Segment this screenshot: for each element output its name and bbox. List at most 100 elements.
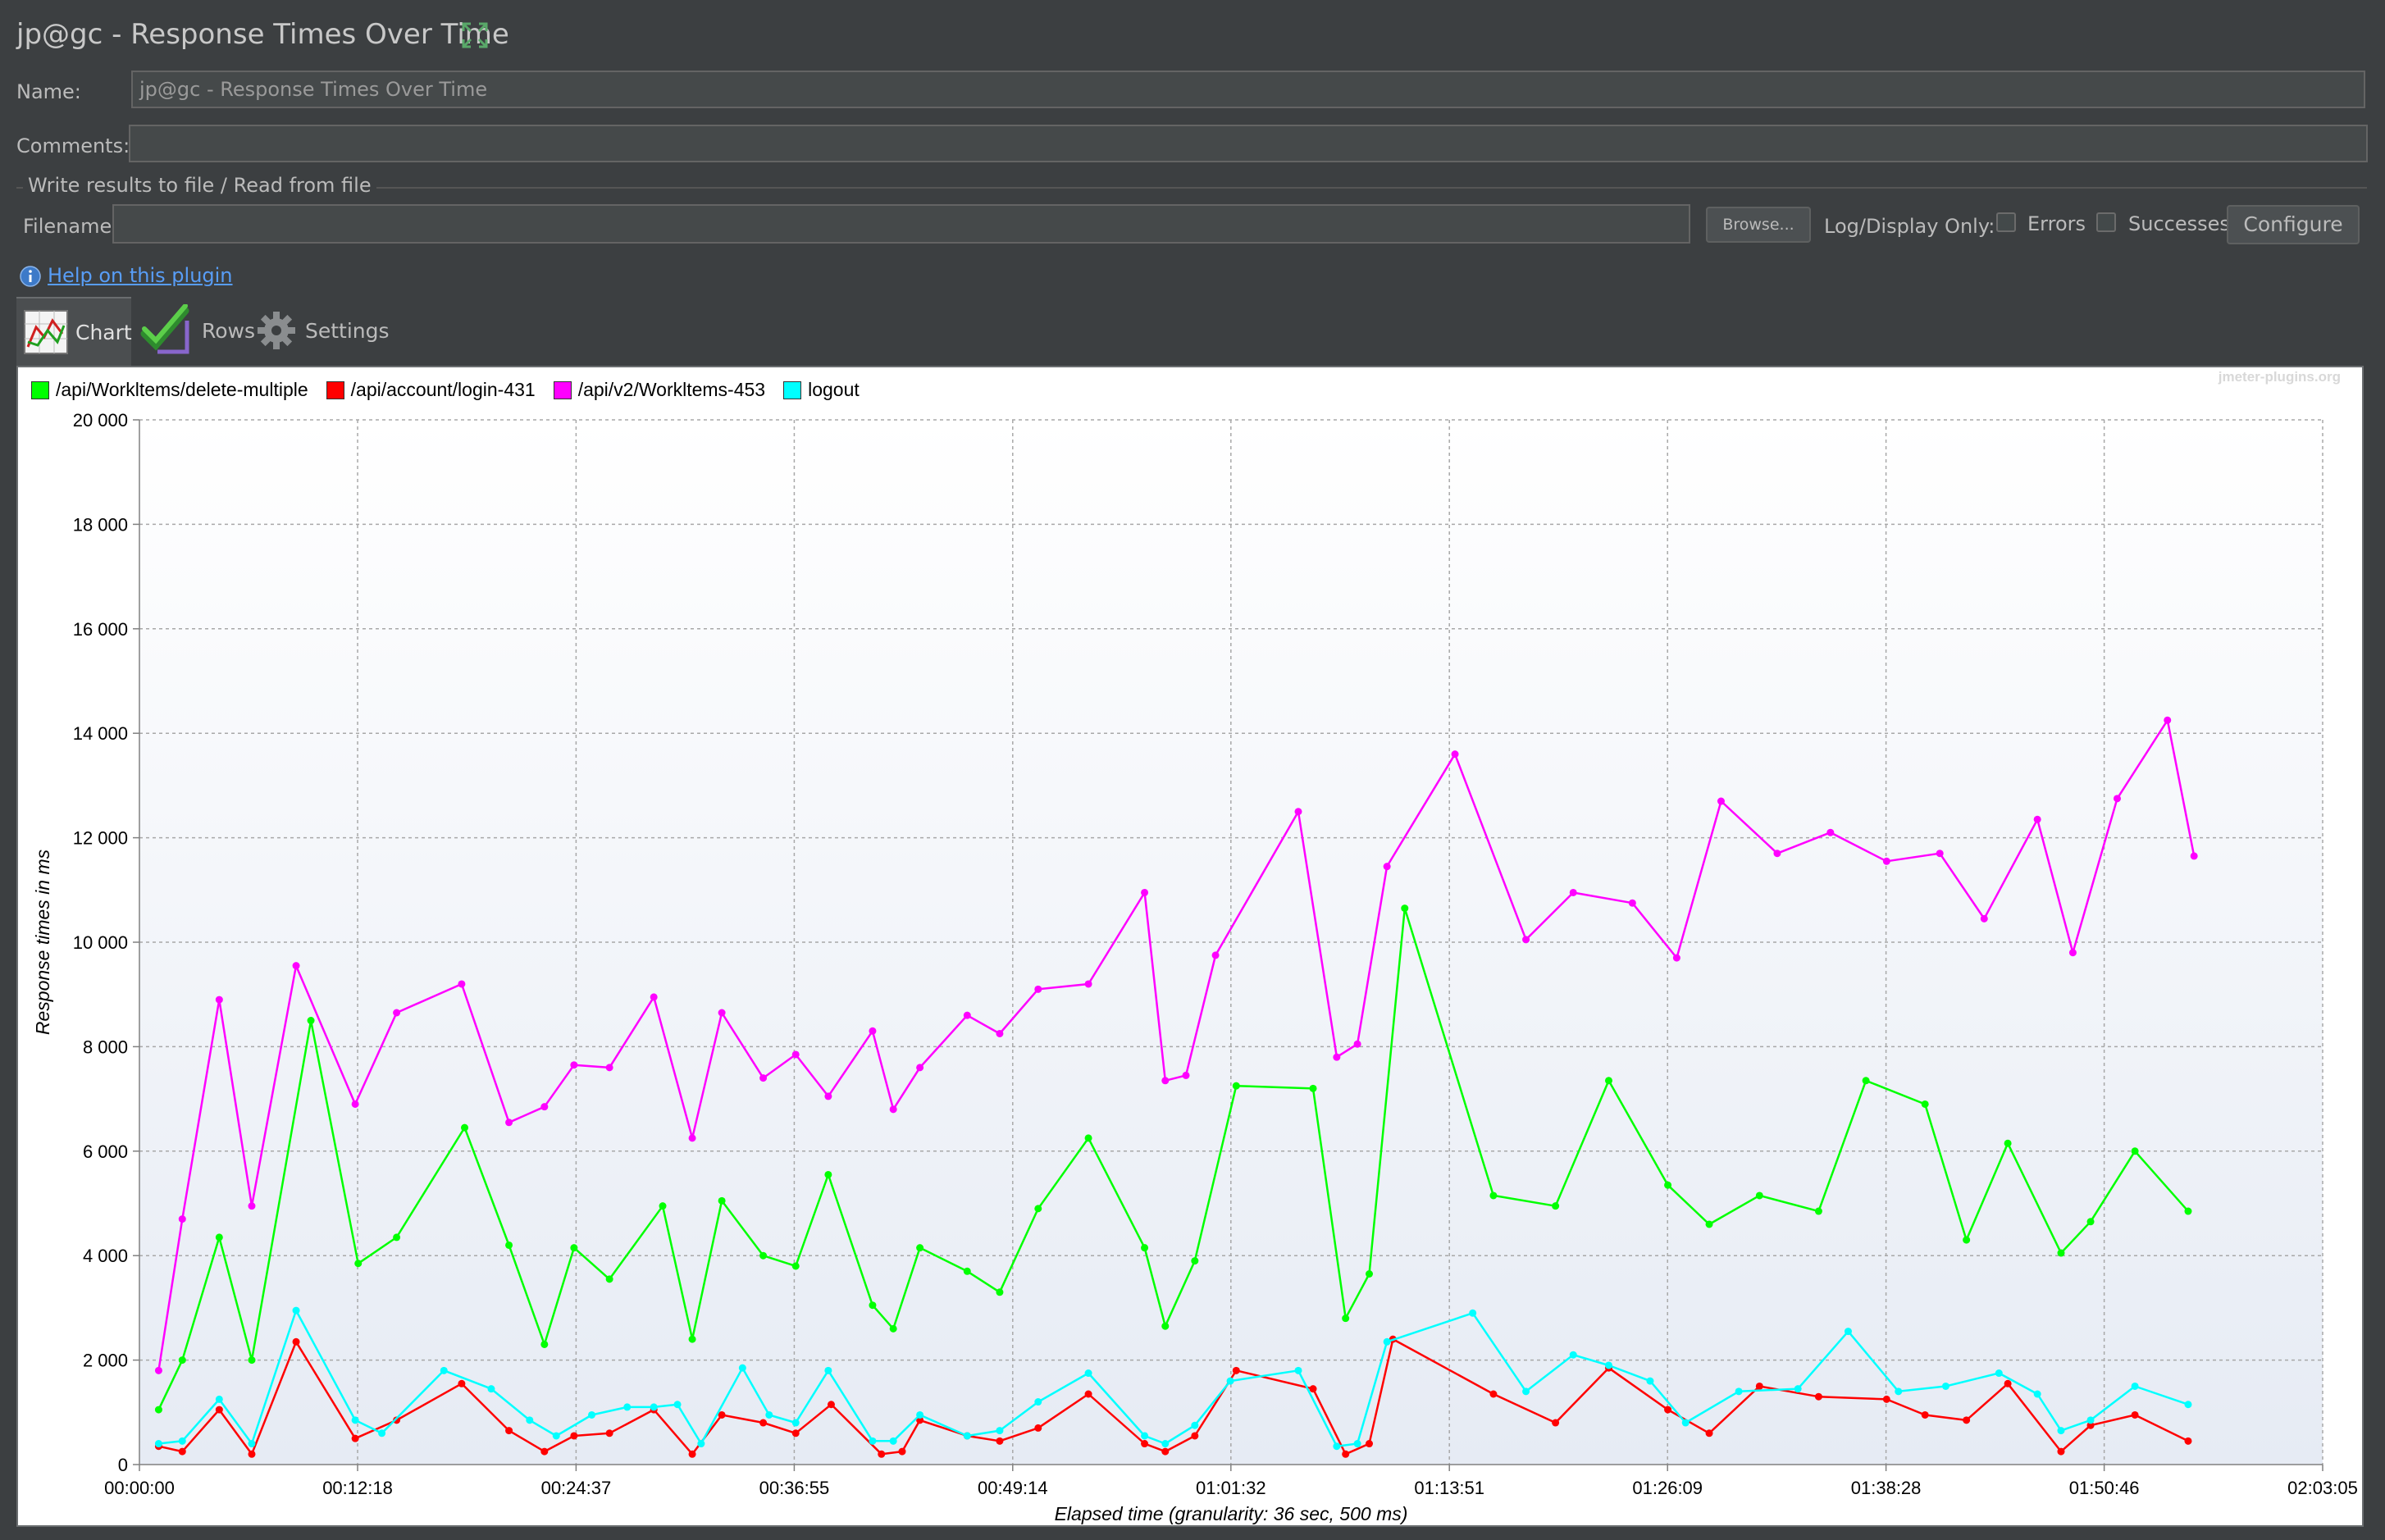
data-point	[292, 962, 300, 970]
data-point	[1489, 1191, 1498, 1200]
data-point	[996, 1029, 1004, 1037]
data-point	[1034, 1205, 1042, 1213]
x-tick-label: 01:01:32	[1196, 1478, 1266, 1498]
y-tick-label: 8 000	[83, 1037, 128, 1057]
data-point	[791, 1262, 800, 1270]
data-point	[1366, 1440, 1374, 1448]
data-point	[1963, 1236, 1971, 1244]
name-field[interactable]: jp@gc - Response Times Over Time	[131, 71, 2365, 108]
data-point	[2184, 1437, 2192, 1445]
log-display-label: Log/Display Only:	[1824, 215, 1995, 238]
x-tick-label: 01:50:46	[2069, 1478, 2140, 1498]
data-point	[178, 1356, 186, 1365]
data-point	[1522, 1387, 1530, 1396]
comments-label: Comments:	[16, 134, 130, 157]
filename-field[interactable]	[112, 204, 1690, 244]
data-point	[1794, 1385, 1802, 1393]
comments-field[interactable]	[129, 125, 2368, 162]
data-point	[963, 1432, 971, 1440]
data-point	[878, 1450, 886, 1458]
data-point	[505, 1119, 513, 1127]
data-point	[916, 1244, 924, 1252]
data-point	[1717, 797, 1725, 805]
y-tick-label: 10 000	[73, 932, 128, 953]
data-point	[1664, 1181, 1672, 1189]
data-point	[1084, 1369, 1092, 1378]
data-point	[458, 980, 466, 988]
data-point	[1161, 1077, 1170, 1085]
data-point	[1309, 1084, 1317, 1092]
data-point	[1232, 1082, 1240, 1090]
data-point	[178, 1437, 186, 1445]
configure-button[interactable]: Configure	[2227, 205, 2360, 244]
tab-rows-label: Rows	[202, 318, 256, 343]
data-point	[351, 1434, 359, 1442]
data-point	[2184, 1401, 2192, 1409]
data-point	[540, 1340, 549, 1348]
info-icon	[20, 266, 41, 287]
browse-button[interactable]: Browse...	[1706, 207, 1811, 243]
data-point	[292, 1306, 300, 1314]
data-point	[2033, 1390, 2041, 1398]
data-point	[351, 1100, 359, 1108]
data-point	[1182, 1071, 1190, 1079]
tab-rows[interactable]: Rows	[139, 297, 256, 364]
data-point	[440, 1366, 448, 1374]
data-point	[2184, 1207, 2192, 1215]
data-point	[1333, 1053, 1341, 1061]
data-point	[215, 1395, 223, 1403]
data-point	[540, 1103, 549, 1111]
data-point	[824, 1092, 832, 1100]
data-point	[738, 1364, 746, 1372]
data-point	[869, 1301, 877, 1310]
data-point	[1552, 1419, 1560, 1427]
data-point	[552, 1432, 560, 1440]
x-tick-label: 00:36:55	[759, 1478, 830, 1498]
data-point	[1941, 1382, 1949, 1390]
data-point	[2086, 1218, 2095, 1226]
data-point	[1921, 1410, 1929, 1419]
data-point	[458, 1379, 466, 1387]
file-group-title: Write results to file / Read from file	[23, 174, 376, 197]
y-tick-label: 18 000	[73, 514, 128, 535]
data-point	[570, 1432, 578, 1440]
data-point	[1353, 1440, 1361, 1448]
data-point	[1604, 1361, 1612, 1369]
expand-icon[interactable]	[461, 21, 489, 49]
errors-checkbox[interactable]	[1996, 212, 2016, 232]
tab-settings[interactable]: Settings	[256, 297, 390, 364]
data-point	[1333, 1442, 1341, 1451]
data-point	[393, 1233, 401, 1242]
data-point	[791, 1429, 800, 1437]
errors-label: Errors	[2027, 212, 2086, 235]
response-times-chart: 0 2 000 4 000 6 000 8 000 10 000 12 000 14 000 1…	[32, 410, 2358, 1524]
help-link[interactable]: Help on this plugin	[48, 264, 233, 287]
data-point	[1161, 1322, 1170, 1330]
data-point	[178, 1215, 186, 1223]
data-point	[1814, 1207, 1822, 1215]
data-point	[623, 1403, 632, 1411]
data-point	[1735, 1387, 1743, 1396]
data-point	[2131, 1410, 2139, 1419]
data-point	[1084, 980, 1092, 988]
y-tick-label: 12 000	[73, 828, 128, 849]
data-point	[1895, 1387, 1903, 1396]
data-point	[461, 1123, 469, 1132]
data-point	[1921, 1100, 1929, 1108]
data-point	[996, 1437, 1004, 1445]
successes-checkbox[interactable]	[2096, 212, 2116, 232]
data-point	[2068, 949, 2077, 957]
tab-chart[interactable]: Chart	[16, 297, 132, 366]
data-point	[1569, 1351, 1577, 1359]
data-point	[688, 1134, 696, 1142]
data-point	[1309, 1385, 1317, 1393]
data-point	[1882, 1395, 1890, 1403]
data-point	[869, 1437, 877, 1445]
data-point	[1366, 1269, 1374, 1278]
data-point	[673, 1401, 682, 1409]
data-point	[996, 1427, 1004, 1435]
data-point	[1141, 1432, 1149, 1440]
data-point	[889, 1105, 897, 1114]
x-axis-label: Elapsed time (granularity: 36 sec, 500 m…	[1055, 1503, 1408, 1524]
x-tick-label: 02:03:05	[2287, 1478, 2358, 1498]
